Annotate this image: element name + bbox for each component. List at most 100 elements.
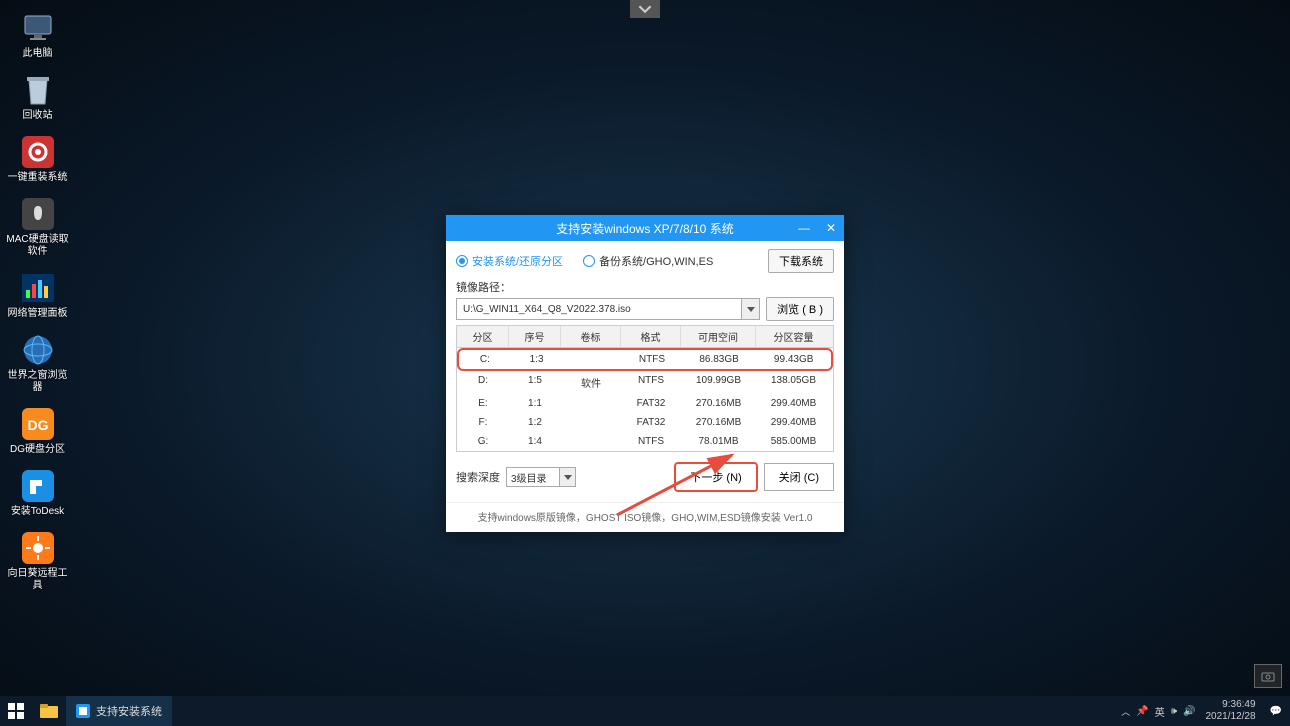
table-row[interactable]: F:1:2FAT32270.16MB299.40MB xyxy=(457,413,833,432)
installer-dialog: 支持安装windows XP/7/8/10 系统 — ✕ 安装系统/还原分区 备… xyxy=(446,215,844,532)
desktop-icon-gear[interactable]: 一键重装系统 xyxy=(5,134,70,184)
table-cell: G: xyxy=(457,432,509,451)
chevron-down-icon xyxy=(564,475,572,480)
table-cell: 1:5 xyxy=(509,371,561,394)
radio-install-restore[interactable]: 安装系统/还原分区 xyxy=(456,253,563,269)
table-cell: 585.00MB xyxy=(756,432,831,451)
tray-pin-icon[interactable]: 📌 xyxy=(1136,706,1148,717)
search-depth-select[interactable]: 3级目录 xyxy=(506,467,576,487)
partition-table: 分区序号卷标格式可用空间分区容量 C:1:3NTFS86.83GB99.43GB… xyxy=(456,325,834,452)
table-header-cell[interactable]: 可用空间 xyxy=(681,326,756,347)
desktop-icon-label: 一键重装系统 xyxy=(8,172,68,184)
table-row[interactable]: E:1:1 FAT32270.16MB299.40MB xyxy=(457,394,833,413)
desktop-icon-label: MAC硬盘读取软件 xyxy=(5,234,70,258)
globe-icon xyxy=(20,332,56,368)
svg-text:DG: DG xyxy=(27,417,48,433)
desktop-icon-todesk[interactable]: 安装ToDesk xyxy=(5,468,70,518)
dialog-titlebar[interactable]: 支持安装windows XP/7/8/10 系统 — ✕ xyxy=(446,215,844,241)
desktop-icon-label: 向日葵远程工具 xyxy=(5,568,70,592)
table-cell: 99.43GB xyxy=(756,350,831,369)
download-system-button[interactable]: 下载系统 xyxy=(768,249,834,273)
table-header-cell[interactable]: 卷标 xyxy=(561,326,621,347)
table-row[interactable]: C:1:3NTFS86.83GB99.43GB xyxy=(457,348,833,371)
table-header-cell[interactable]: 分区容量 xyxy=(756,326,831,347)
desktop-icons-column: 此电脑回收站一键重装系统 MAC硬盘读取软件网络管理面板世界之窗浏览器 DGDG硬盘… xyxy=(5,10,75,604)
radio-dot-icon xyxy=(583,255,595,267)
table-cell xyxy=(561,432,621,451)
dg-icon: DG xyxy=(20,406,56,442)
taskbar-app-installer[interactable]: 支持安装系统 xyxy=(66,696,172,726)
desktop-icon-sunflower[interactable]: 向日葵远程工具 xyxy=(5,530,70,592)
table-cell: NTFS xyxy=(621,432,681,451)
chevron-down-icon xyxy=(638,2,652,16)
table-cell: C: xyxy=(459,350,511,369)
table-cell: 299.40MB xyxy=(756,394,831,413)
pc-icon xyxy=(20,10,56,46)
path-label: 镜像路径： xyxy=(456,279,511,295)
chart-icon xyxy=(20,270,56,306)
table-cell: 78.01MB xyxy=(681,432,756,451)
table-cell xyxy=(562,350,622,369)
table-cell: 1:2 xyxy=(509,413,561,432)
taskbar-clock[interactable]: 9:36:49 2021/12/28 xyxy=(1205,699,1255,723)
chevron-down-icon xyxy=(747,307,755,312)
table-header-cell[interactable]: 分区 xyxy=(457,326,509,347)
table-cell: 软件 xyxy=(561,371,621,394)
file-explorer-button[interactable] xyxy=(32,696,66,726)
action-center-icon[interactable]: 💬 xyxy=(1266,706,1282,717)
table-cell xyxy=(561,394,621,413)
table-cell: 299.40MB xyxy=(756,413,831,432)
sunflower-icon xyxy=(20,530,56,566)
depth-dropdown-button[interactable] xyxy=(559,468,575,486)
radio-dot-icon xyxy=(456,255,468,267)
desktop-icon-label: 此电脑 xyxy=(23,48,53,60)
table-cell: 138.05GB xyxy=(756,371,831,394)
desktop-icon-globe[interactable]: 世界之窗浏览器 xyxy=(5,332,70,394)
sound-icon[interactable]: 🔊 xyxy=(1183,706,1195,717)
minimize-button[interactable]: — xyxy=(794,221,814,235)
desktop-icon-chart[interactable]: 网络管理面板 xyxy=(5,270,70,320)
desktop-icon-bin[interactable]: 回收站 xyxy=(5,72,70,122)
table-header: 分区序号卷标格式可用空间分区容量 xyxy=(457,326,833,348)
tray-chevron-icon[interactable]: ︿ xyxy=(1121,705,1130,718)
image-path-input[interactable]: U:\G_WIN11_X64_Q8_V2022.378.iso xyxy=(456,298,760,320)
browse-button[interactable]: 浏览 ( B ) xyxy=(766,297,834,321)
table-cell: E: xyxy=(457,394,509,413)
apple-icon xyxy=(20,196,56,232)
table-cell: 1:1 xyxy=(509,394,561,413)
table-cell: 270.16MB xyxy=(681,394,756,413)
table-cell: D: xyxy=(457,371,509,394)
table-cell: 1:3 xyxy=(511,350,563,369)
table-row[interactable]: D:1:5软件NTFS109.99GB138.05GB xyxy=(457,371,833,394)
system-tray[interactable]: ︿ 📌 英 🕪 🔊 xyxy=(1121,704,1195,719)
next-step-button[interactable]: 下一步 (N) xyxy=(674,462,757,492)
path-dropdown-button[interactable] xyxy=(741,299,759,319)
taskbar: 支持安装系统 ︿ 📌 英 🕪 🔊 9:36:49 2021/12/28 💬 xyxy=(0,696,1290,726)
table-cell: 1:4 xyxy=(509,432,561,451)
table-cell: 270.16MB xyxy=(681,413,756,432)
top-dropdown-notch[interactable] xyxy=(630,0,660,18)
table-cell: FAT32 xyxy=(621,413,681,432)
table-row[interactable]: G:1:4 NTFS78.01MB585.00MB xyxy=(457,432,833,451)
windows-logo-icon xyxy=(8,703,24,719)
table-cell: 109.99GB xyxy=(681,371,756,394)
desktop-icon-label: 安装ToDesk xyxy=(11,506,64,518)
table-cell: NTFS xyxy=(621,371,681,394)
ime-indicator[interactable]: 英 xyxy=(1155,704,1165,719)
table-cell: FAT32 xyxy=(621,394,681,413)
desktop-icon-dg[interactable]: DGDG硬盘分区 xyxy=(5,406,70,456)
close-x-button[interactable]: ✕ xyxy=(822,221,840,235)
close-button[interactable]: 关闭 (C) xyxy=(764,463,834,491)
desktop-icon-apple[interactable]: MAC硬盘读取软件 xyxy=(5,196,70,258)
screenshot-tool-widget[interactable] xyxy=(1254,664,1282,688)
camera-icon xyxy=(1261,670,1275,682)
desktop-icon-label: 回收站 xyxy=(23,110,53,122)
dialog-footer-text: 支持windows原版镜像，GHOST ISO镜像，GHO,WIM,ESD镜像安… xyxy=(446,502,844,532)
network-icon[interactable]: 🕪 xyxy=(1171,706,1177,717)
desktop-icon-pc[interactable]: 此电脑 xyxy=(5,10,70,60)
table-header-cell[interactable]: 序号 xyxy=(509,326,561,347)
radio-backup[interactable]: 备份系统/GHO,WIN,ES xyxy=(583,253,713,269)
table-header-cell[interactable]: 格式 xyxy=(621,326,681,347)
search-depth-label: 搜索深度 xyxy=(456,469,500,485)
start-button[interactable] xyxy=(0,696,32,726)
